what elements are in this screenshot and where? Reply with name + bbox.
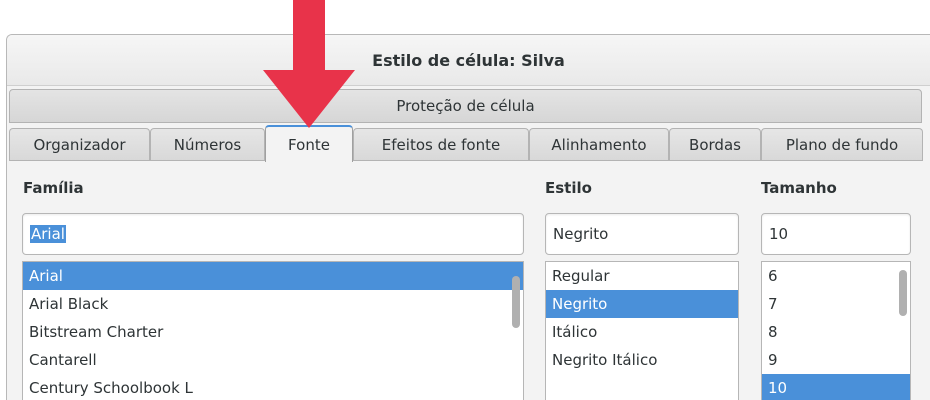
size-input-value: 10 [769, 225, 789, 243]
family-list-item[interactable]: Bitstream Charter [23, 318, 523, 346]
tab-numbers[interactable]: Números [150, 128, 265, 161]
size-list-item[interactable]: 9 [762, 346, 910, 374]
family-list-item[interactable]: Arial [23, 262, 523, 290]
tab-font-effects[interactable]: Efeitos de fonte [353, 128, 529, 161]
title-bar[interactable]: Estilo de célula: Silva [7, 35, 930, 86]
tab-label: Proteção de célula [396, 97, 535, 115]
window-title: Estilo de célula: Silva [372, 50, 565, 70]
tab-label: Números [173, 136, 242, 154]
style-input[interactable]: Negrito [545, 213, 739, 255]
tab-label: Fonte [288, 135, 330, 154]
tab-organizer[interactable]: Organizador [9, 128, 150, 161]
family-list-item[interactable]: Arial Black [23, 290, 523, 318]
cell-style-dialog: Estilo de célula: Silva Proteção de célu… [6, 34, 930, 400]
annotation-arrow-icon [263, 0, 355, 128]
style-input-value: Negrito [553, 225, 609, 243]
size-list-item[interactable]: 7 [762, 290, 910, 318]
tab-cell-protection[interactable]: Proteção de célula [9, 89, 922, 123]
tab-row-bottom: Organizador Números Fonte Efeitos de fon… [9, 125, 923, 162]
tab-label: Plano de fundo [785, 136, 899, 154]
tab-row-top: Proteção de célula [9, 89, 922, 123]
family-list-item[interactable]: Century Schoolbook L [23, 374, 523, 400]
tab-alignment[interactable]: Alinhamento [529, 128, 669, 161]
size-scrollbar-thumb[interactable] [899, 270, 907, 316]
tab-background[interactable]: Plano de fundo [761, 128, 923, 161]
style-list-item[interactable]: Regular [546, 262, 738, 290]
size-list-item[interactable]: 6 [762, 262, 910, 290]
size-list-item[interactable]: 10 [762, 374, 910, 400]
family-label: Família [23, 179, 84, 197]
tab-label: Efeitos de fonte [381, 136, 501, 154]
tab-borders[interactable]: Bordas [669, 128, 761, 161]
family-list-item[interactable]: Cantarell [23, 346, 523, 374]
size-input[interactable]: 10 [761, 213, 911, 255]
tab-label: Alinhamento [551, 136, 647, 154]
tab-label: Bordas [689, 136, 741, 154]
tab-label: Organizador [33, 136, 126, 154]
family-input-value: Arial [30, 225, 66, 243]
font-tab-panel: Família Arial Arial Arial Black Bitstream … [7, 161, 930, 400]
family-scrollbar-thumb[interactable] [512, 276, 520, 328]
tab-font[interactable]: Fonte [265, 125, 353, 162]
style-list-item[interactable]: Negrito Itálico [546, 346, 738, 374]
size-list-item[interactable]: 8 [762, 318, 910, 346]
size-list[interactable]: 6 7 8 9 10 [761, 261, 911, 400]
family-list[interactable]: Arial Arial Black Bitstream Charter Cantare… [22, 261, 524, 400]
style-list-item[interactable]: Negrito [546, 290, 738, 318]
family-input[interactable]: Arial [22, 213, 524, 255]
size-label: Tamanho [761, 179, 837, 197]
size-scrollbar[interactable] [896, 262, 910, 400]
family-scrollbar[interactable] [509, 262, 523, 400]
style-label: Estilo [545, 179, 592, 197]
style-list-item[interactable]: Itálico [546, 318, 738, 346]
style-list[interactable]: Regular Negrito Itálico Negrito Itálico [545, 261, 739, 400]
